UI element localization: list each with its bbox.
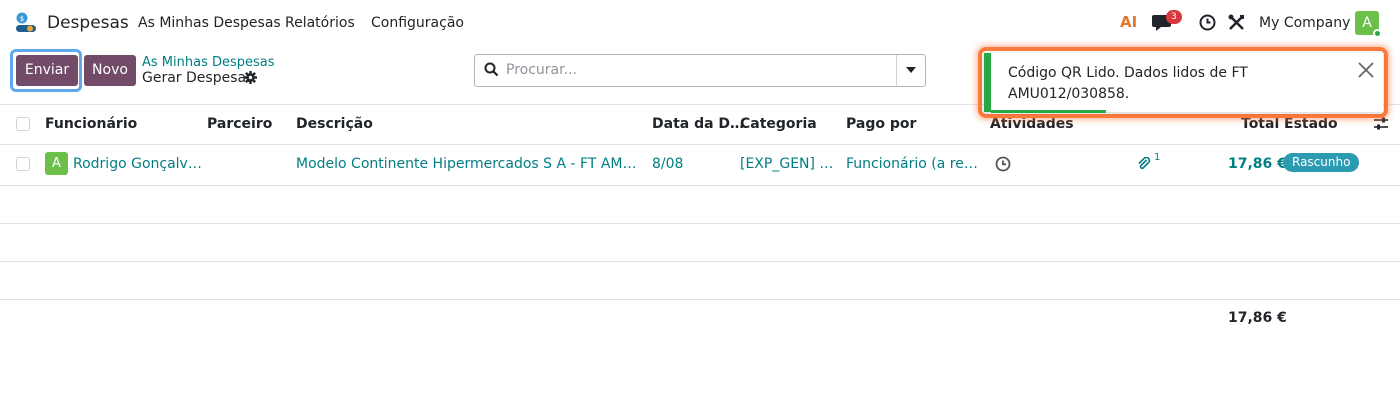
ai-icon[interactable]: AI [1120,13,1137,31]
cell-category[interactable]: [EXP_GEN] D… [740,156,840,172]
menu-configuration[interactable]: Configuração [371,15,464,31]
search-divider [896,55,897,86]
column-header-category[interactable]: Categoria [740,116,817,132]
paperclip-icon[interactable] [1137,157,1151,171]
status-badge: Rascunho [1283,153,1360,172]
breadcrumb-parent[interactable]: As Minhas Despesas [142,55,275,70]
cell-paid-by[interactable]: Funcionário (a ree… [846,156,981,172]
tools-icon[interactable] [1228,14,1245,31]
row-divider [0,223,1400,224]
ai-label: AI [1120,13,1138,31]
breadcrumb-current: Gerar Despesas [142,70,254,86]
search-input[interactable] [506,60,886,80]
row-divider [0,261,1400,262]
cell-total[interactable]: 17,86 € [1228,156,1287,172]
employee-avatar[interactable]: A [45,152,68,175]
row-checkbox[interactable] [16,157,30,171]
column-header-partner[interactable]: Parceiro [207,116,272,132]
attachment-count: 1 [1154,152,1161,163]
column-header-activities[interactable]: Atividades [990,116,1074,132]
activity-clock-icon[interactable] [1199,14,1216,31]
select-all-checkbox[interactable] [16,117,30,131]
column-header-description[interactable]: Descrição [296,116,373,132]
cell-description[interactable]: Modelo Continente Hipermercados S A - FT… [296,156,646,172]
expenses-app-icon[interactable]: $ [14,11,38,35]
menu-my-expenses[interactable]: As Minhas Despesas [138,15,281,31]
cell-date[interactable]: 8/08 [652,156,732,172]
column-header-state[interactable]: Estado [1284,116,1338,132]
activity-clock-icon[interactable] [995,156,1011,172]
column-header-date[interactable]: Data da D… [652,116,744,132]
toast-progress-bar [991,110,1106,113]
row-divider [0,185,1400,186]
search-icon [484,62,499,77]
menu-reports[interactable]: Relatórios [285,15,355,31]
close-icon[interactable] [1356,60,1376,80]
send-button[interactable]: Enviar [16,55,78,86]
navbar: $ Despesas As Minhas Despesas Relatórios… [0,0,1400,46]
toast-message: Código QR Lido. Dados lidos de FT AMU012… [1008,65,1248,102]
new-button[interactable]: Novo [84,55,136,86]
column-header-paid-by[interactable]: Pago por [846,116,916,132]
chat-badge: 3 [1166,10,1182,24]
svg-text:$: $ [20,15,24,23]
company-switcher[interactable]: My Company [1259,15,1350,31]
search-options-dropdown-icon[interactable] [906,67,916,73]
gear-icon[interactable] [244,71,257,84]
footer-divider [0,299,1400,300]
cell-employee[interactable]: Rodrigo Gonçalves P [73,156,203,172]
column-header-total[interactable]: Total [1241,116,1279,132]
column-header-employee[interactable]: Funcionário [45,116,137,132]
header-divider [0,144,1400,145]
online-status-dot [1373,29,1382,38]
app-title[interactable]: Despesas [47,13,129,33]
aggregate-total: 17,86 € [1228,310,1287,326]
optional-columns-icon[interactable] [1373,116,1389,132]
